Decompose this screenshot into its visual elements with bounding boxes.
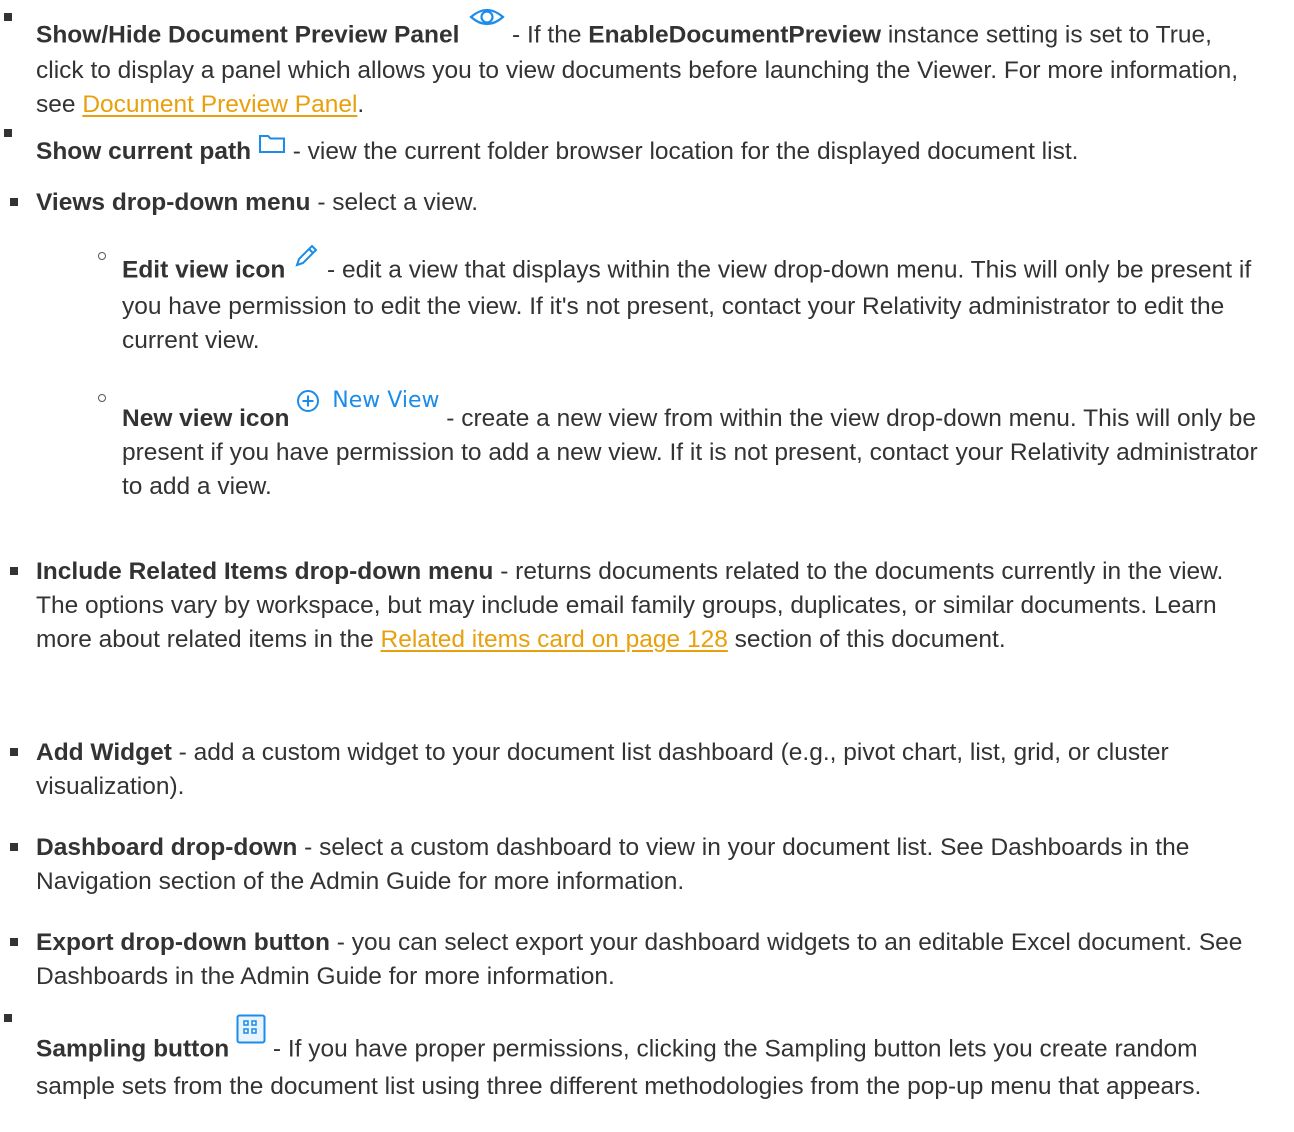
bullet-circle [98, 394, 106, 402]
bullet-circle [98, 252, 106, 260]
bullet-square [10, 198, 18, 206]
bullet-square [4, 1014, 12, 1022]
item-title: Dashboard drop-down [36, 834, 298, 861]
sampling-icon[interactable] [236, 1014, 266, 1054]
document-page: Show/Hide Document Preview Panel - If th… [0, 0, 1294, 1132]
bullet-square [4, 13, 12, 21]
new-view-button-sample[interactable]: New View [296, 384, 439, 418]
folder-icon[interactable] [258, 130, 286, 164]
new-view-label: New View [332, 388, 440, 413]
item-title: Add Widget [36, 739, 172, 766]
item-title: Edit view icon [122, 256, 286, 284]
item-title: Views drop-down menu [36, 189, 311, 216]
related-items-card-link[interactable]: Related items card on page 128 [381, 626, 728, 653]
item-title: Include Related Items drop-down menu [36, 558, 494, 585]
item-title: Sampling button [36, 1035, 230, 1063]
bullet-square [10, 567, 18, 575]
bullet-square [4, 129, 12, 137]
item-title: Show current path [36, 138, 252, 165]
bullet-square [10, 938, 18, 946]
pencil-icon[interactable] [292, 242, 320, 280]
bullet-square [10, 748, 18, 756]
item-title: New view icon [122, 405, 290, 432]
document-preview-panel-link[interactable]: Document Preview Panel [82, 91, 357, 118]
item-title: Show/Hide Document Preview Panel [36, 21, 460, 49]
bullet-square [10, 843, 18, 851]
eye-icon[interactable] [469, 4, 505, 40]
setting-name: EnableDocumentPreview [588, 21, 882, 49]
plus-circle-icon [296, 389, 332, 413]
item-title: Export drop-down button [36, 929, 330, 956]
